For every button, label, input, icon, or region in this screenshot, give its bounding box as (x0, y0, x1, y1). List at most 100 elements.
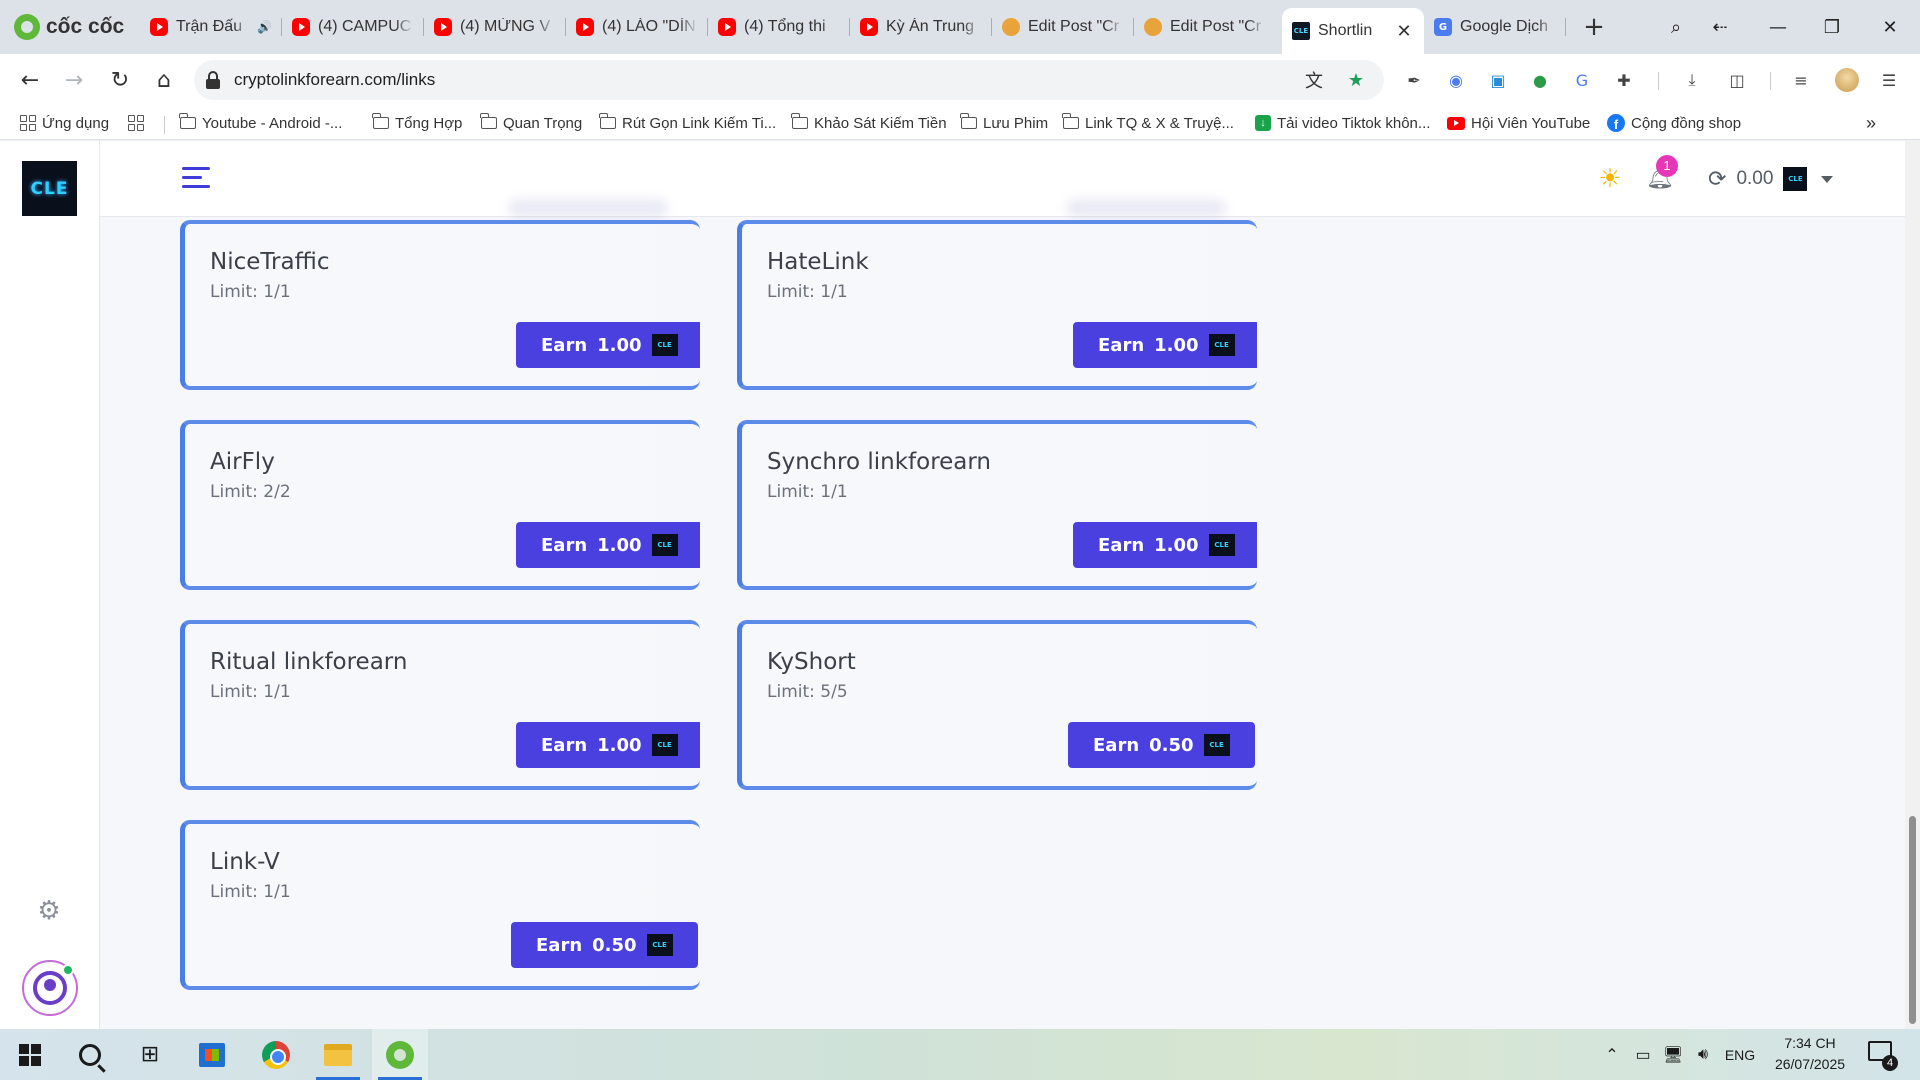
bookmark-star-icon[interactable]: ★ (1344, 68, 1368, 92)
bookmark-folder-quan-trong[interactable]: Quan Trọng (480, 110, 582, 136)
tab-label: (4) LÀO "DÍN (602, 18, 696, 35)
site-logo[interactable]: CLE (22, 161, 77, 216)
bookmark-folder-luu-phim[interactable]: Lưu Phim (960, 110, 1048, 136)
earn-button[interactable]: Earn 1.00 CLE (1073, 322, 1257, 368)
download-icon[interactable]: ⤓ (1679, 67, 1705, 93)
taskbar-clock[interactable]: 7:34 CH 26/07/2025 (1765, 1033, 1855, 1075)
folder-icon (372, 113, 389, 129)
refresh-icon[interactable]: ⟳ (1708, 167, 1726, 192)
volume-icon[interactable]: 🔊︎ (1690, 1029, 1716, 1080)
earn-button[interactable]: Earn 1.00 CLE (1073, 522, 1257, 568)
facebook-icon: f (1607, 114, 1625, 132)
tab-9[interactable]: G Google Dịch (1424, 10, 1566, 44)
tray-overflow-icon[interactable]: ⌃ (1600, 1029, 1624, 1080)
support-chat-button[interactable] (22, 960, 78, 1016)
earn-button[interactable]: Earn 0.50 CLE (511, 922, 698, 968)
earn-button[interactable]: Earn 1.00 CLE (516, 522, 700, 568)
bookmark-apps[interactable]: Ứng dụng (20, 110, 109, 136)
taskbar-store[interactable] (184, 1029, 240, 1080)
media-queue-icon[interactable]: ≡ (1788, 67, 1814, 93)
extension-tv-icon[interactable]: ▣ (1485, 67, 1511, 93)
tab-0[interactable]: Trận Đấu 🔊 (140, 10, 282, 44)
earn-label: Earn (1098, 534, 1145, 556)
minimize-button[interactable]: — (1758, 10, 1798, 44)
bookmark-shop-community[interactable]: f Cộng đồng shop (1607, 110, 1741, 136)
settings-gear-icon[interactable]: ⚙ (36, 898, 62, 924)
new-tab-button[interactable]: + (1578, 12, 1610, 42)
menu-toggle-icon[interactable] (182, 167, 210, 189)
coccoc-brand[interactable]: cốc cốc (14, 12, 124, 42)
bookmark-tiktok-download[interactable]: ↓ Tải video Tiktok khôn... (1255, 110, 1430, 136)
bookmark-grid[interactable] (128, 110, 144, 136)
translate-icon[interactable]: 文 (1302, 68, 1326, 92)
extension-feather-icon[interactable]: ✒ (1401, 67, 1427, 93)
back-button[interactable]: ← (12, 62, 48, 98)
profile-avatar[interactable] (1834, 67, 1860, 93)
bookmark-folder-rut-gon[interactable]: Rút Gọn Link Kiếm Ti... (599, 110, 776, 136)
home-button[interactable]: ⌂ (146, 62, 182, 98)
bookmarks-overflow-icon[interactable]: » (1866, 110, 1876, 136)
tab-4[interactable]: (4) Tổng thi (708, 10, 850, 44)
taskbar-search-button[interactable] (62, 1029, 118, 1080)
speaker-icon[interactable]: 🔊 (257, 20, 272, 34)
earn-label: Earn (541, 534, 588, 556)
tab-active-shortlink[interactable]: CLE Shortlin ✕ (1282, 8, 1424, 54)
start-button[interactable] (2, 1029, 58, 1080)
address-bar[interactable]: cryptolinkforearn.com/links 文 ★ (194, 60, 1384, 100)
shortlink-card: KyShort Limit: 5/5 Earn 0.50 CLE (737, 620, 1257, 790)
tab-2[interactable]: (4) MỪNG V (424, 10, 566, 44)
cle-coin-icon: CLE (651, 334, 678, 356)
extension-lens-icon[interactable]: ◉ (1443, 67, 1469, 93)
folder-icon (1062, 113, 1079, 129)
bookmark-folder-link-tq[interactable]: Link TQ & X & Truyệ... (1062, 110, 1234, 136)
toolbar-separator (1658, 72, 1659, 90)
bookmark-folder-youtube[interactable]: Youtube - Android -... (179, 110, 342, 136)
extension-translate-icon[interactable]: G (1569, 67, 1595, 93)
tab-search-icon[interactable]: ⌕ (1656, 10, 1696, 44)
scrollbar-thumb[interactable] (1909, 816, 1916, 1024)
action-center-button[interactable]: 4 (1868, 1041, 1898, 1071)
earn-label: Earn (1098, 334, 1145, 356)
tab-1[interactable]: (4) CAMPUC (282, 10, 424, 44)
reload-button[interactable]: ↻ (102, 62, 138, 98)
close-window-button[interactable]: ✕ (1870, 10, 1910, 44)
page-scrollbar[interactable] (1905, 141, 1920, 1029)
tab-5[interactable]: Kỳ Án Trung (850, 10, 992, 44)
search-icon (79, 1043, 101, 1066)
taskbar-chrome[interactable] (248, 1029, 304, 1080)
bookmark-folder-tong-hop[interactable]: Tổng Hợp (372, 110, 462, 136)
balance-dropdown[interactable]: ⟳ 0.00 CLE (1708, 163, 1834, 195)
bookmark-folder-khao-sat[interactable]: Khảo Sát Kiếm Tiền (791, 110, 947, 136)
split-view-icon[interactable]: ◫ (1724, 67, 1750, 93)
restore-button[interactable]: ❐ (1812, 10, 1852, 44)
earn-button[interactable]: Earn 1.00 CLE (516, 322, 700, 368)
extensions-puzzle-icon[interactable]: ✚ (1611, 67, 1637, 93)
extension-globe-icon[interactable]: ● (1527, 67, 1553, 93)
back-tab-icon[interactable]: ⇠ (1700, 10, 1740, 44)
card-title: Synchro linkforearn (767, 449, 992, 475)
bookmark-youtube-member[interactable]: Hội Viên YouTube (1447, 110, 1590, 136)
forward-button[interactable]: → (56, 62, 92, 98)
tab-6[interactable]: Edit Post "Cr (992, 10, 1134, 44)
tab-3[interactable]: (4) LÀO "DÍN (566, 10, 708, 44)
youtube-icon (292, 18, 310, 36)
menu-icon[interactable]: ☰ (1876, 67, 1902, 93)
earn-button[interactable]: Earn 0.50 CLE (1068, 722, 1255, 768)
shortlink-card: Synchro linkforearn Limit: 1/1 Earn 1.00… (737, 420, 1257, 590)
earn-label: Earn (541, 334, 588, 356)
tab-7[interactable]: Edit Post "Cr (1134, 10, 1276, 44)
lock-icon[interactable] (206, 71, 220, 89)
shortlink-card: AirFly Limit: 2/2 Earn 1.00 CLE (180, 420, 700, 590)
taskbar-coccoc[interactable] (372, 1029, 428, 1080)
url-text[interactable]: cryptolinkforearn.com/links (234, 70, 435, 90)
close-tab-icon[interactable]: ✕ (1394, 21, 1414, 42)
network-icon[interactable]: 🖥︎ (1660, 1029, 1686, 1080)
language-indicator[interactable]: ENG (1722, 1029, 1758, 1080)
theme-toggle-sun-icon[interactable]: ☀ (1597, 166, 1623, 192)
taskbar-file-explorer[interactable] (310, 1029, 366, 1080)
earn-button[interactable]: Earn 1.00 CLE (516, 722, 700, 768)
battery-icon[interactable]: ▭ (1630, 1029, 1656, 1080)
task-view-icon[interactable]: ⊞ (122, 1029, 178, 1080)
tab-label: (4) MỪNG V (460, 18, 551, 35)
page-content: CLE ⚙ ☀ 🔔︎ 1 ⟳ 0.00 CLE NiceTraffic Limi… (0, 141, 1920, 1029)
